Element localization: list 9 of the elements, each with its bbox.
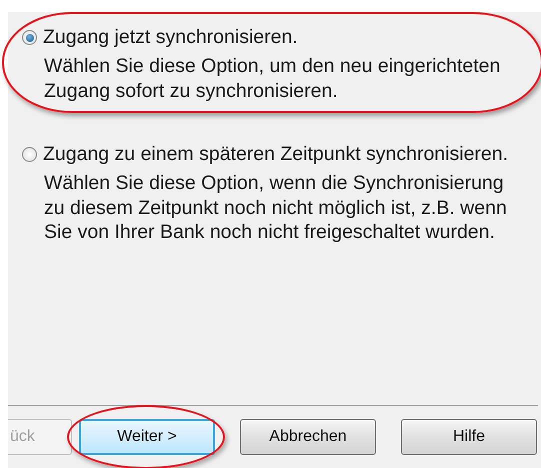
- radio-button[interactable]: [22, 147, 37, 162]
- option-label[interactable]: Zugang jetzt synchronisieren.: [43, 26, 298, 49]
- dialog-button[interactable]: Weiter >: [79, 419, 215, 455]
- dialog-button[interactable]: Hilfe: [401, 419, 537, 455]
- option-description: Wählen Sie diese Option, wenn die Synchronisierung zu diesem Zeitpunkt noch nicht möglich ist, z.B. wenn Sie von Ihrer Bank noch nicht freigeschaltet wurden.: [44, 171, 508, 244]
- option-label[interactable]: Zugang zu einem späteren Zeitpunkt synchronisieren.: [43, 143, 508, 166]
- dialog-button[interactable]: Abbrechen: [240, 419, 376, 455]
- option-description: Wählen Sie diese Option, um den neu eingerichteten Zugang sofort zu synchronisieren.: [44, 54, 502, 103]
- radio-button[interactable]: [22, 30, 37, 45]
